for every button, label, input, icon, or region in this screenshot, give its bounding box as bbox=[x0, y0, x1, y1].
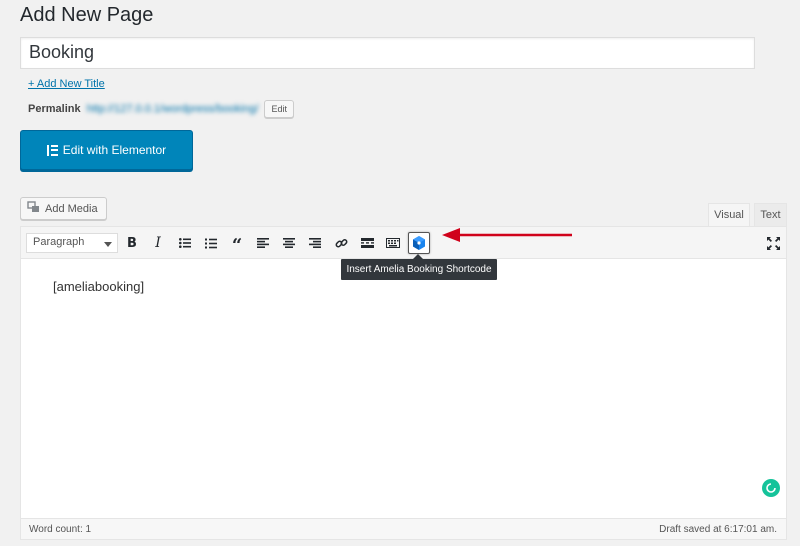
word-count: Word count: 1 bbox=[29, 524, 92, 535]
read-more-icon[interactable] bbox=[356, 232, 378, 254]
grammarly-icon[interactable] bbox=[762, 479, 780, 497]
permalink-label: Permalink bbox=[28, 103, 81, 115]
permalink-row: Permalink http://127.0.0.1/wordpress/boo… bbox=[28, 99, 294, 119]
editor-toolbar: Paragraph B I “ bbox=[21, 227, 786, 259]
numbered-list-icon[interactable] bbox=[200, 232, 222, 254]
toolbar-toggle-icon[interactable] bbox=[382, 232, 404, 254]
insert-link-icon[interactable] bbox=[330, 232, 352, 254]
editor-status-bar: Word count: 1 Draft saved at 6:17:01 am. bbox=[21, 518, 786, 539]
bulleted-list-icon[interactable] bbox=[174, 232, 196, 254]
blockquote-icon[interactable]: “ bbox=[226, 232, 248, 255]
add-media-button[interactable]: Add Media bbox=[20, 197, 107, 220]
edit-with-elementor-button[interactable]: Edit with Elementor bbox=[20, 130, 193, 170]
add-new-title-link[interactable]: + Add New Title bbox=[28, 78, 105, 90]
media-icon bbox=[27, 200, 41, 217]
fullscreen-icon[interactable] bbox=[762, 232, 784, 254]
page-title: Add New Page bbox=[20, 4, 154, 26]
elementor-button-label: Edit with Elementor bbox=[62, 143, 167, 157]
align-center-icon[interactable] bbox=[278, 232, 300, 254]
elementor-icon bbox=[46, 144, 58, 156]
amelia-tooltip: Insert Amelia Booking Shortcode bbox=[341, 254, 497, 280]
permalink-edit-button[interactable]: Edit bbox=[264, 100, 294, 118]
permalink-url[interactable]: http://127.0.0.1/wordpress/booking/ bbox=[87, 103, 259, 115]
annotation-arrow bbox=[442, 228, 572, 242]
format-select[interactable]: Paragraph bbox=[26, 233, 118, 253]
align-left-icon[interactable] bbox=[252, 232, 274, 254]
italic-icon[interactable]: I bbox=[147, 232, 169, 254]
post-title-input[interactable]: Booking bbox=[20, 37, 755, 69]
tab-visual[interactable]: Visual bbox=[708, 203, 750, 226]
amelia-booking-icon[interactable] bbox=[408, 232, 430, 254]
add-media-label: Add Media bbox=[45, 202, 98, 215]
align-right-icon[interactable] bbox=[304, 232, 326, 254]
tab-text[interactable]: Text bbox=[754, 203, 787, 226]
bold-icon[interactable]: B bbox=[121, 232, 143, 254]
draft-saved-status: Draft saved at 6:17:01 am. bbox=[659, 524, 777, 535]
editor-content[interactable]: [ameliabooking] bbox=[53, 279, 144, 294]
